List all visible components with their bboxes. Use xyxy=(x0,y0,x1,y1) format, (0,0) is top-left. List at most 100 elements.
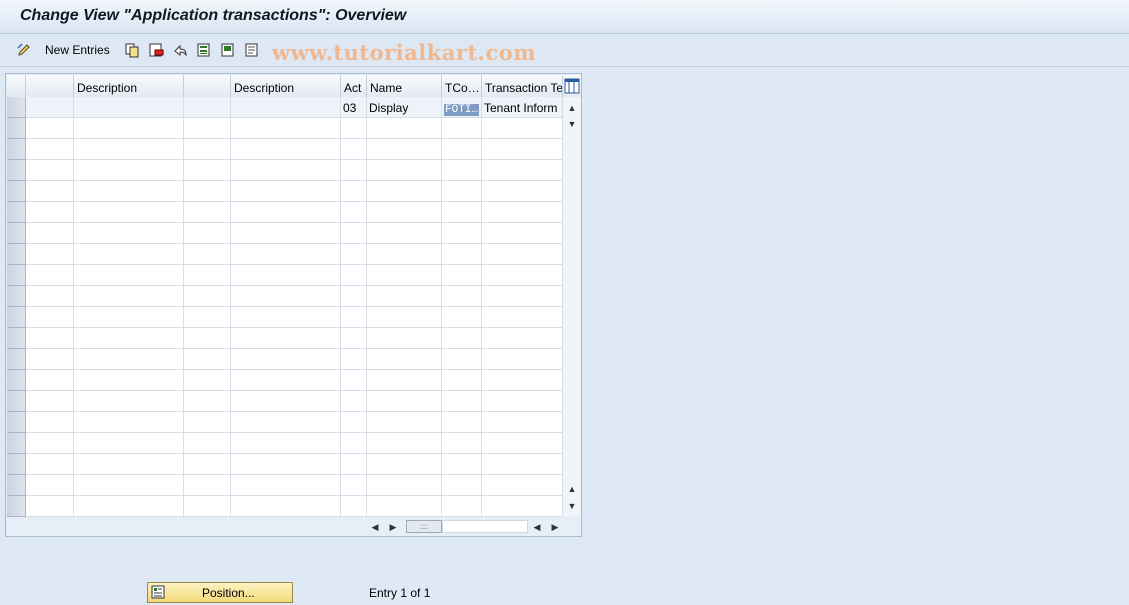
cell-col3[interactable] xyxy=(184,349,231,370)
cell-name[interactable] xyxy=(367,412,442,433)
cell-description[interactable] xyxy=(74,454,184,475)
cell-description[interactable] xyxy=(74,307,184,328)
cell-act[interactable] xyxy=(341,160,367,181)
cell-col1[interactable] xyxy=(26,181,74,202)
cell-transaction-text[interactable] xyxy=(482,181,563,202)
cell-description[interactable] xyxy=(74,370,184,391)
cell-transaction-text[interactable] xyxy=(482,412,563,433)
cell-act[interactable] xyxy=(341,118,367,139)
select-all-icon[interactable] xyxy=(196,42,212,58)
row-selector[interactable] xyxy=(7,160,26,181)
cell-act[interactable] xyxy=(341,181,367,202)
row-selector[interactable] xyxy=(7,244,26,265)
cell-transaction-text[interactable] xyxy=(482,139,563,160)
cell-description[interactable] xyxy=(74,223,184,244)
row-selector[interactable] xyxy=(7,223,26,244)
column-header-description[interactable]: Description xyxy=(74,75,184,98)
cell-description[interactable] xyxy=(74,475,184,496)
scroll-up-arrow-icon[interactable]: ▲ xyxy=(563,101,581,115)
cell-description-2[interactable] xyxy=(231,328,341,349)
cell-transaction-text[interactable] xyxy=(482,496,563,517)
cell-name[interactable] xyxy=(367,181,442,202)
cell-description[interactable] xyxy=(74,496,184,517)
scroll-page-down-arrow-icon[interactable]: ▼ xyxy=(563,499,581,513)
row-selector[interactable] xyxy=(7,265,26,286)
cell-act[interactable] xyxy=(341,391,367,412)
cell-name[interactable] xyxy=(367,202,442,223)
cell-tcode[interactable] xyxy=(442,370,482,391)
cell-tcode[interactable] xyxy=(442,328,482,349)
cell-act[interactable] xyxy=(341,286,367,307)
cell-act[interactable] xyxy=(341,202,367,223)
cell-col1[interactable] xyxy=(26,391,74,412)
cell-name[interactable] xyxy=(367,391,442,412)
cell-col1[interactable] xyxy=(26,433,74,454)
cell-description-2[interactable] xyxy=(231,118,341,139)
cell-col1[interactable] xyxy=(26,97,74,118)
select-block-icon[interactable] xyxy=(220,42,236,58)
cell-description-2[interactable] xyxy=(231,475,341,496)
cell-col1[interactable] xyxy=(26,202,74,223)
cell-col3[interactable] xyxy=(184,307,231,328)
cell-act[interactable] xyxy=(341,433,367,454)
cell-transaction-text[interactable] xyxy=(482,202,563,223)
cell-col3[interactable] xyxy=(184,160,231,181)
column-header-1[interactable] xyxy=(26,75,74,98)
cell-col3[interactable] xyxy=(184,454,231,475)
cell-name[interactable] xyxy=(367,328,442,349)
cell-description[interactable] xyxy=(74,97,184,118)
row-selector[interactable] xyxy=(7,118,26,139)
row-selector[interactable] xyxy=(7,349,26,370)
cell-col1[interactable] xyxy=(26,496,74,517)
cell-col1[interactable] xyxy=(26,475,74,496)
cell-transaction-text[interactable] xyxy=(482,454,563,475)
cell-name[interactable] xyxy=(367,496,442,517)
cell-col3[interactable] xyxy=(184,265,231,286)
cell-transaction-text[interactable] xyxy=(482,118,563,139)
cell-col3[interactable] xyxy=(184,139,231,160)
cell-col1[interactable] xyxy=(26,223,74,244)
cell-description[interactable] xyxy=(74,181,184,202)
cell-col3[interactable] xyxy=(184,391,231,412)
cell-description[interactable] xyxy=(74,328,184,349)
cell-act[interactable] xyxy=(341,370,367,391)
cell-tcode[interactable] xyxy=(442,223,482,244)
cell-act[interactable] xyxy=(341,496,367,517)
cell-act[interactable] xyxy=(341,139,367,160)
row-selector[interactable] xyxy=(7,391,26,412)
cell-act[interactable] xyxy=(341,349,367,370)
cell-description-2[interactable] xyxy=(231,286,341,307)
cell-tcode[interactable] xyxy=(442,433,482,454)
tcode-value[interactable]: FOTI… xyxy=(444,104,480,116)
cell-name[interactable] xyxy=(367,223,442,244)
column-header-3[interactable] xyxy=(184,75,231,98)
cell-name[interactable] xyxy=(367,265,442,286)
cell-name[interactable]: Display xyxy=(367,97,442,118)
cell-description[interactable] xyxy=(74,391,184,412)
cell-name[interactable] xyxy=(367,349,442,370)
cell-description-2[interactable] xyxy=(231,202,341,223)
cell-tcode[interactable] xyxy=(442,475,482,496)
scroll-end-right-arrow-icon[interactable]: ▶ xyxy=(548,520,562,534)
scroll-left-arrow-icon[interactable]: ◀ xyxy=(368,520,382,534)
cell-col3[interactable] xyxy=(184,412,231,433)
cell-col1[interactable] xyxy=(26,118,74,139)
column-header-transaction-text[interactable]: Transaction Te xyxy=(482,75,563,98)
cell-tcode[interactable] xyxy=(442,496,482,517)
cell-description[interactable] xyxy=(74,349,184,370)
cell-description-2[interactable] xyxy=(231,97,341,118)
cell-description-2[interactable] xyxy=(231,412,341,433)
cell-act[interactable] xyxy=(341,265,367,286)
row-selector[interactable] xyxy=(7,307,26,328)
cell-col1[interactable] xyxy=(26,349,74,370)
row-selector[interactable] xyxy=(7,328,26,349)
cell-col1[interactable] xyxy=(26,454,74,475)
cell-act[interactable] xyxy=(341,244,367,265)
cell-description[interactable] xyxy=(74,412,184,433)
cell-transaction-text[interactable] xyxy=(482,265,563,286)
scroll-down-arrow-icon[interactable]: ▼ xyxy=(563,117,581,131)
cell-tcode[interactable] xyxy=(442,118,482,139)
cell-description[interactable] xyxy=(74,286,184,307)
edit-pencil-icon[interactable] xyxy=(16,42,32,58)
cell-act[interactable] xyxy=(341,475,367,496)
